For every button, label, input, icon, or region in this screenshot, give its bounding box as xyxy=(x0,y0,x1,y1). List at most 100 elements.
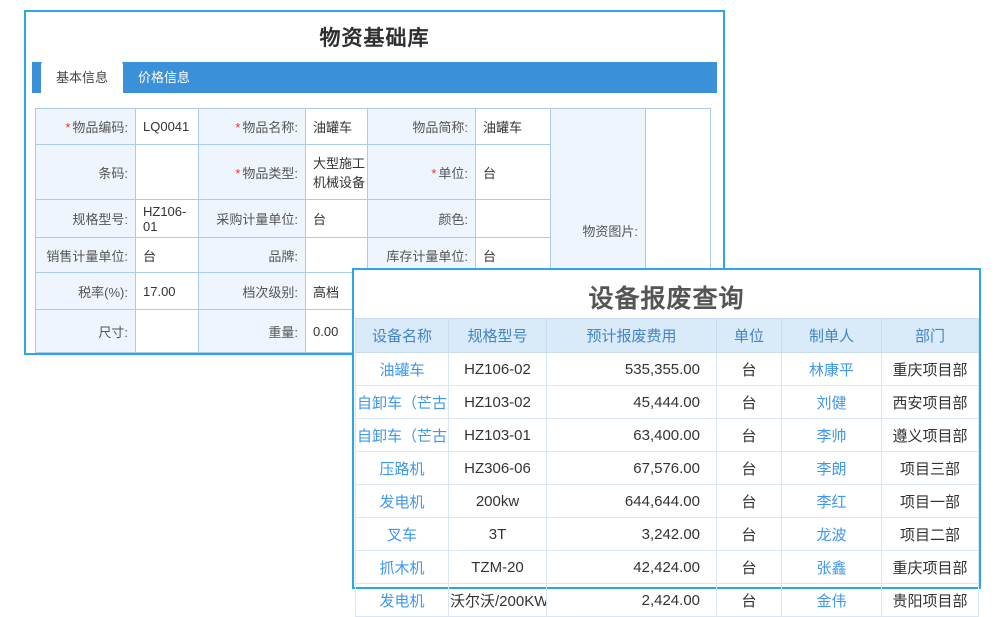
creator-link[interactable]: 张鑫 xyxy=(782,551,882,584)
device-name-link[interactable]: 叉车 xyxy=(356,518,449,551)
unit-cell: 台 xyxy=(717,386,782,419)
required-asterisk: * xyxy=(431,166,436,181)
table-row: 发电机沃尔沃/200KW2,424.00台金伟贵阳项目部 xyxy=(356,584,979,617)
form-field-label: 采购计量单位: xyxy=(199,200,306,238)
device-name-link[interactable]: 自卸车（芒古） xyxy=(356,419,449,452)
column-header: 部门 xyxy=(882,319,979,353)
scrap-fee-cell: 45,444.00 xyxy=(547,386,717,419)
creator-link[interactable]: 李红 xyxy=(782,485,882,518)
form-field-label: 规格型号: xyxy=(36,200,136,238)
table-row: 自卸车（芒古）HZ103-0163,400.00台李帅遵义项目部 xyxy=(356,419,979,452)
scrap-window-title: 设备报废查询 xyxy=(354,279,979,315)
tab-basic-info[interactable]: 基本信息 xyxy=(41,60,123,93)
form-field-value: 大型施工机械设备 xyxy=(306,145,368,200)
form-field-label: 条码: xyxy=(36,145,136,200)
form-field-label: *物品名称: xyxy=(199,109,306,145)
scrap-table-body: 油罐车HZ106-02535,355.00台林康平重庆项目部自卸车（芒古）HZ1… xyxy=(356,353,979,617)
device-name-link[interactable]: 自卸车（芒古） xyxy=(356,386,449,419)
department-cell: 项目二部 xyxy=(882,518,979,551)
form-field-label: 物品简称: xyxy=(368,109,476,145)
department-cell: 项目一部 xyxy=(882,485,979,518)
department-cell: 西安项目部 xyxy=(882,386,979,419)
department-cell: 贵阳项目部 xyxy=(882,584,979,617)
device-name-link[interactable]: 油罐车 xyxy=(356,353,449,386)
unit-cell: 台 xyxy=(717,419,782,452)
creator-link[interactable]: 林康平 xyxy=(782,353,882,386)
spec-model-cell: HZ306-06 xyxy=(449,452,547,485)
required-asterisk: * xyxy=(235,120,240,135)
creator-link[interactable]: 刘健 xyxy=(782,386,882,419)
device-name-link[interactable]: 发电机 xyxy=(356,485,449,518)
scrap-header-row: 设备名称规格型号预计报废费用单位制单人部门 xyxy=(356,319,979,353)
scrap-fee-cell: 2,424.00 xyxy=(547,584,717,617)
table-row: 叉车3T3,242.00台龙波项目二部 xyxy=(356,518,979,551)
device-name-link[interactable]: 压路机 xyxy=(356,452,449,485)
column-header: 单位 xyxy=(717,319,782,353)
device-name-link[interactable]: 发电机 xyxy=(356,584,449,617)
form-field-label: 销售计量单位: xyxy=(36,238,136,273)
unit-cell: 台 xyxy=(717,518,782,551)
form-field-label: 尺寸: xyxy=(36,310,136,353)
spec-model-cell: HZ103-02 xyxy=(449,386,547,419)
scrap-fee-cell: 3,242.00 xyxy=(547,518,717,551)
creator-link[interactable]: 李帅 xyxy=(782,419,882,452)
table-row: 发电机200kw644,644.00台李红项目一部 xyxy=(356,485,979,518)
table-row: 油罐车HZ106-02535,355.00台林康平重庆项目部 xyxy=(356,353,979,386)
form-field-value xyxy=(136,145,199,200)
creator-link[interactable]: 金伟 xyxy=(782,584,882,617)
tab-price-info[interactable]: 价格信息 xyxy=(123,62,205,93)
form-field-label: *物品编码: xyxy=(36,109,136,145)
scrap-fee-cell: 63,400.00 xyxy=(547,419,717,452)
department-cell: 重庆项目部 xyxy=(882,353,979,386)
material-window-title: 物资基础库 xyxy=(26,22,723,52)
form-field-label: *物品类型: xyxy=(199,145,306,200)
form-field-label: *单位: xyxy=(368,145,476,200)
department-cell: 遵义项目部 xyxy=(882,419,979,452)
unit-cell: 台 xyxy=(717,485,782,518)
form-field-label: 重量: xyxy=(199,310,306,353)
form-field-label: 品牌: xyxy=(199,238,306,273)
creator-link[interactable]: 龙波 xyxy=(782,518,882,551)
spec-model-cell: 沃尔沃/200KW xyxy=(449,584,547,617)
form-field-value: 台 xyxy=(476,145,551,200)
table-row: 压路机HZ306-0667,576.00台李朗项目三部 xyxy=(356,452,979,485)
scrap-query-window: 设备报废查询 设备名称规格型号预计报废费用单位制单人部门 油罐车HZ106-02… xyxy=(352,268,981,589)
form-field-value xyxy=(136,310,199,353)
unit-cell: 台 xyxy=(717,353,782,386)
form-row: *物品编码:LQ0041*物品名称:油罐车物品简称:油罐车物资图片: xyxy=(36,109,711,145)
scrap-fee-cell: 67,576.00 xyxy=(547,452,717,485)
scrap-fee-cell: 42,424.00 xyxy=(547,551,717,584)
scrap-fee-cell: 535,355.00 xyxy=(547,353,717,386)
form-field-label: 颜色: xyxy=(368,200,476,238)
material-tabbar: 基本信息 价格信息 xyxy=(32,62,717,93)
spec-model-cell: 3T xyxy=(449,518,547,551)
creator-link[interactable]: 李朗 xyxy=(782,452,882,485)
department-cell: 项目三部 xyxy=(882,452,979,485)
scrap-query-table: 设备名称规格型号预计报废费用单位制单人部门 油罐车HZ106-02535,355… xyxy=(355,318,979,617)
spec-model-cell: HZ103-01 xyxy=(449,419,547,452)
required-asterisk: * xyxy=(65,120,70,135)
unit-cell: 台 xyxy=(717,584,782,617)
form-field-value: HZ106-01 xyxy=(136,200,199,238)
form-field-value: 油罐车 xyxy=(306,109,368,145)
unit-cell: 台 xyxy=(717,551,782,584)
column-header: 制单人 xyxy=(782,319,882,353)
form-field-value: 台 xyxy=(306,200,368,238)
unit-cell: 台 xyxy=(717,452,782,485)
form-field-label: 税率(%): xyxy=(36,273,136,310)
form-field-label: 档次级别: xyxy=(199,273,306,310)
column-header: 设备名称 xyxy=(356,319,449,353)
spec-model-cell: HZ106-02 xyxy=(449,353,547,386)
scrap-fee-cell: 644,644.00 xyxy=(547,485,717,518)
spec-model-cell: TZM-20 xyxy=(449,551,547,584)
department-cell: 重庆项目部 xyxy=(882,551,979,584)
required-asterisk: * xyxy=(235,166,240,181)
device-name-link[interactable]: 抓木机 xyxy=(356,551,449,584)
form-field-value: 17.00 xyxy=(136,273,199,310)
column-header: 预计报废费用 xyxy=(547,319,717,353)
spec-model-cell: 200kw xyxy=(449,485,547,518)
table-row: 自卸车（芒古）HZ103-0245,444.00台刘健西安项目部 xyxy=(356,386,979,419)
table-row: 抓木机TZM-2042,424.00台张鑫重庆项目部 xyxy=(356,551,979,584)
form-field-value: 油罐车 xyxy=(476,109,551,145)
form-field-value xyxy=(476,200,551,238)
